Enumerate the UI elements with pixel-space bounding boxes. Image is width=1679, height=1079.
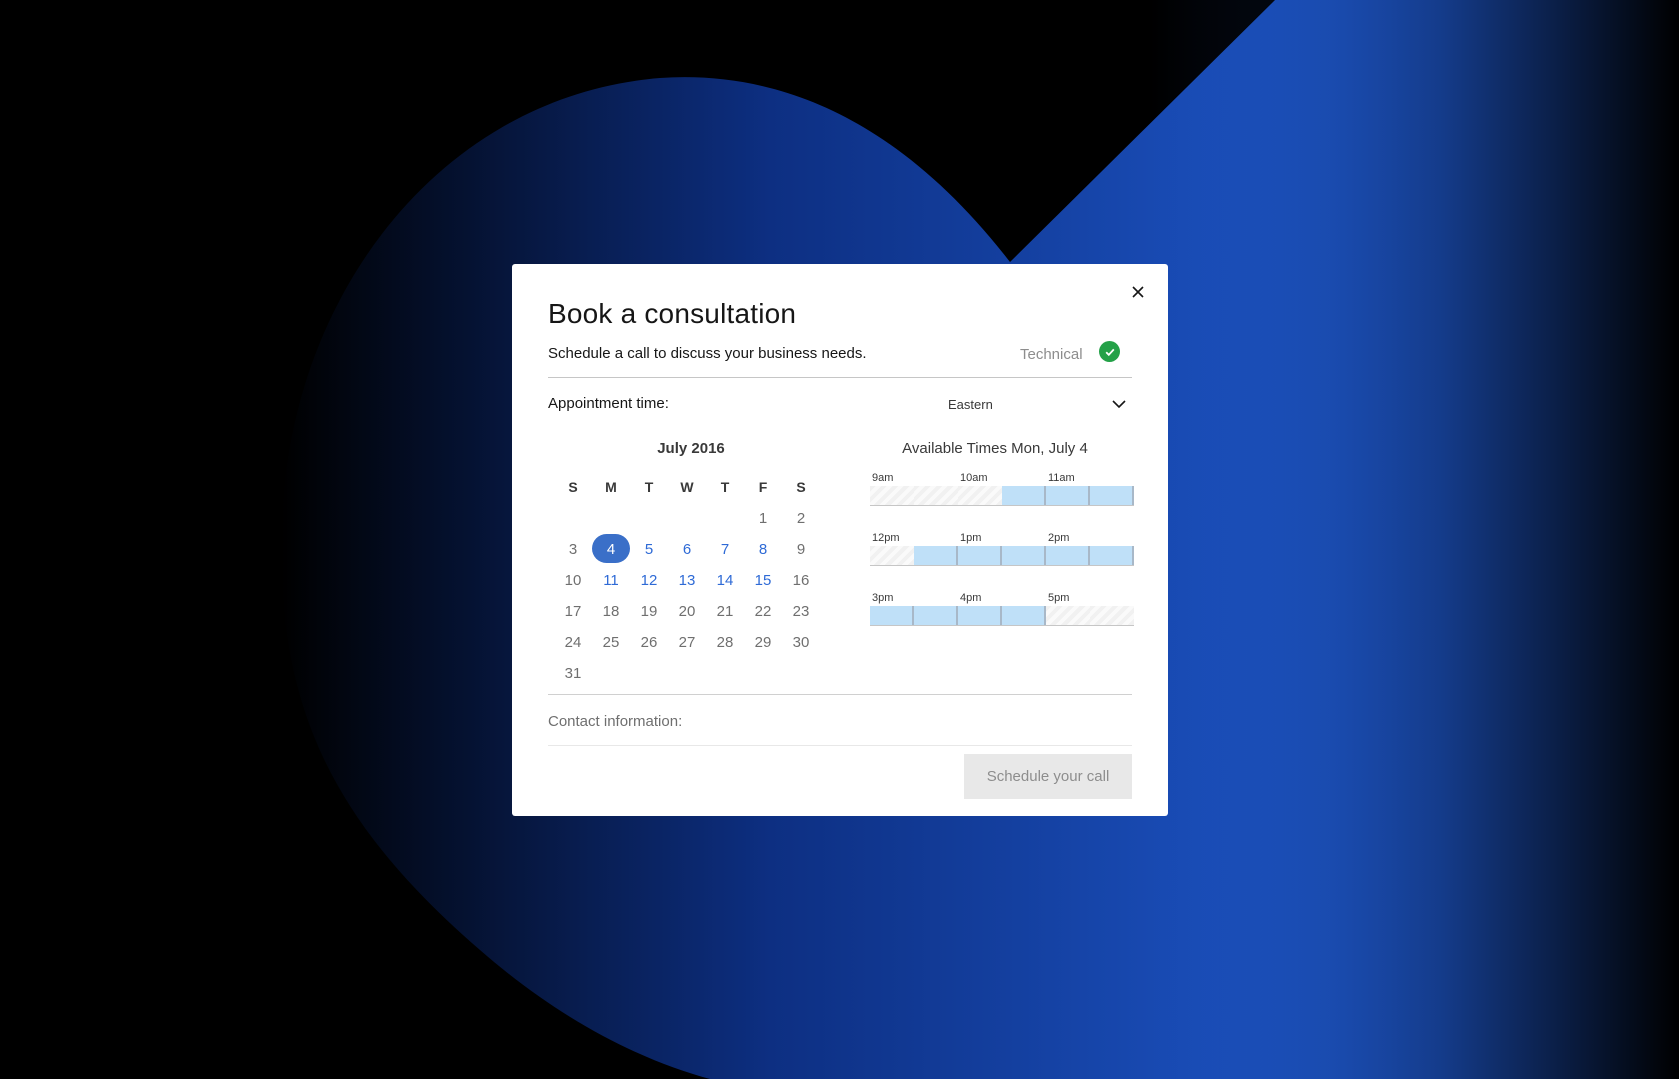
calendar-day: 10 (564, 572, 582, 589)
calendar-day[interactable]: 14 (706, 565, 744, 596)
category-label: Technical (1020, 346, 1083, 363)
weekday-header: M (605, 479, 617, 495)
calendar-day: 16 (792, 572, 810, 589)
time-slot-available[interactable] (914, 606, 958, 626)
time-slot-unavailable (870, 486, 914, 506)
modal-subtitle: Schedule a call to discuss your business… (548, 345, 867, 362)
close-icon (1132, 286, 1144, 298)
calendar-day: 28 (716, 634, 734, 651)
calendar-month-label: July 2016 (657, 440, 725, 457)
time-slot-available[interactable] (1002, 486, 1046, 506)
time-slot-bar (870, 486, 1134, 506)
time-slot-unavailable (1090, 606, 1134, 626)
time-slot-row: 3pm 4pm 5pm (870, 592, 1134, 632)
schedule-call-button[interactable]: Schedule your call (964, 754, 1132, 799)
time-slot-unavailable (1046, 606, 1090, 626)
calendar-day: 19 (640, 603, 658, 620)
calendar-day[interactable]: 12 (630, 565, 668, 596)
time-slot-row: 12pm 1pm 2pm (870, 532, 1134, 572)
weekday-header: S (796, 479, 806, 495)
time-slot-unavailable (870, 546, 914, 566)
hour-label: 9am (872, 472, 894, 484)
appointment-time-label: Appointment time: (548, 395, 669, 412)
calendar-day: 9 (796, 541, 806, 558)
available-times-panel: Available Times Mon, July 4 9am 10am 11am 1… (858, 440, 1134, 626)
hour-label: 4pm (960, 592, 982, 604)
time-slot-available[interactable] (958, 606, 1002, 626)
weekday-header: S (568, 479, 578, 495)
time-slot-available[interactable] (1002, 546, 1046, 566)
checkmark-filled-icon (1099, 341, 1120, 362)
weekday-header: F (758, 479, 768, 495)
calendar-day[interactable]: 5 (630, 534, 668, 565)
calendar-day: 26 (640, 634, 658, 651)
time-slot-available[interactable] (1090, 546, 1134, 566)
close-button[interactable] (1126, 280, 1150, 304)
calendar-day: 17 (564, 603, 582, 620)
calendar-day: 18 (602, 603, 620, 620)
time-slot-available[interactable] (1090, 486, 1134, 506)
calendar-day: 30 (792, 634, 810, 651)
modal-title: Book a consultation (548, 298, 797, 329)
timezone-value: Eastern (948, 397, 993, 412)
time-slot-available[interactable] (1002, 606, 1046, 626)
hour-label: 11am (1048, 472, 1075, 484)
calendar-day: 25 (602, 634, 620, 651)
divider (548, 745, 1132, 746)
calendar-day: 21 (716, 603, 734, 620)
timezone-select[interactable]: Eastern (948, 388, 1132, 420)
weekday-header: T (644, 479, 654, 495)
time-slot-available[interactable] (914, 546, 958, 566)
time-slot-available[interactable] (1046, 486, 1090, 506)
hour-label: 12pm (872, 532, 900, 544)
available-times-title: Available Times Mon, July 4 (902, 440, 1088, 457)
calendar-day: 20 (678, 603, 696, 620)
time-slot-row: 9am 10am 11am (870, 472, 1134, 512)
calendar-day: 31 (564, 665, 582, 682)
calendar-day[interactable]: 11 (592, 565, 630, 596)
hour-label: 5pm (1048, 592, 1070, 604)
calendar-day-selected[interactable]: 4 (592, 534, 630, 565)
calendar-day[interactable]: 7 (706, 534, 744, 565)
date-picker: July 2016 S M T W T F S 1 2 3 4 5 6 7 8 9 10 11 12 13 14 15 16… (548, 440, 832, 682)
weekday-header: W (680, 479, 694, 495)
calendar-day: 29 (754, 634, 772, 651)
divider (548, 694, 1132, 695)
calendar-day: 24 (564, 634, 582, 651)
calendar-day: 3 (568, 541, 578, 558)
time-slot-bar (870, 606, 1134, 626)
hour-label: 1pm (960, 532, 982, 544)
hour-label: 10am (960, 472, 988, 484)
calendar-day: 23 (792, 603, 810, 620)
hour-label: 3pm (872, 592, 894, 604)
consultation-modal: Book a consultation Schedule a call to d… (512, 264, 1168, 816)
time-slot-unavailable (914, 486, 958, 506)
time-slot-unavailable (958, 486, 1002, 506)
chevron-down-icon (1112, 400, 1126, 409)
time-slot-bar (870, 546, 1134, 566)
calendar-day: 27 (678, 634, 696, 651)
time-slot-available[interactable] (870, 606, 914, 626)
calendar-day[interactable]: 13 (668, 565, 706, 596)
calendar-day: 22 (754, 603, 772, 620)
calendar-day: 1 (758, 510, 768, 527)
time-slot-available[interactable] (1046, 546, 1090, 566)
calendar-day[interactable]: 8 (744, 534, 782, 565)
time-slot-available[interactable] (958, 546, 1002, 566)
contact-information-label[interactable]: Contact information: (548, 713, 682, 730)
weekday-header: T (720, 479, 730, 495)
calendar-day[interactable]: 15 (744, 565, 782, 596)
hour-label: 2pm (1048, 532, 1070, 544)
divider (548, 377, 1132, 378)
calendar-day[interactable]: 6 (668, 534, 706, 565)
calendar-day: 2 (796, 510, 806, 527)
